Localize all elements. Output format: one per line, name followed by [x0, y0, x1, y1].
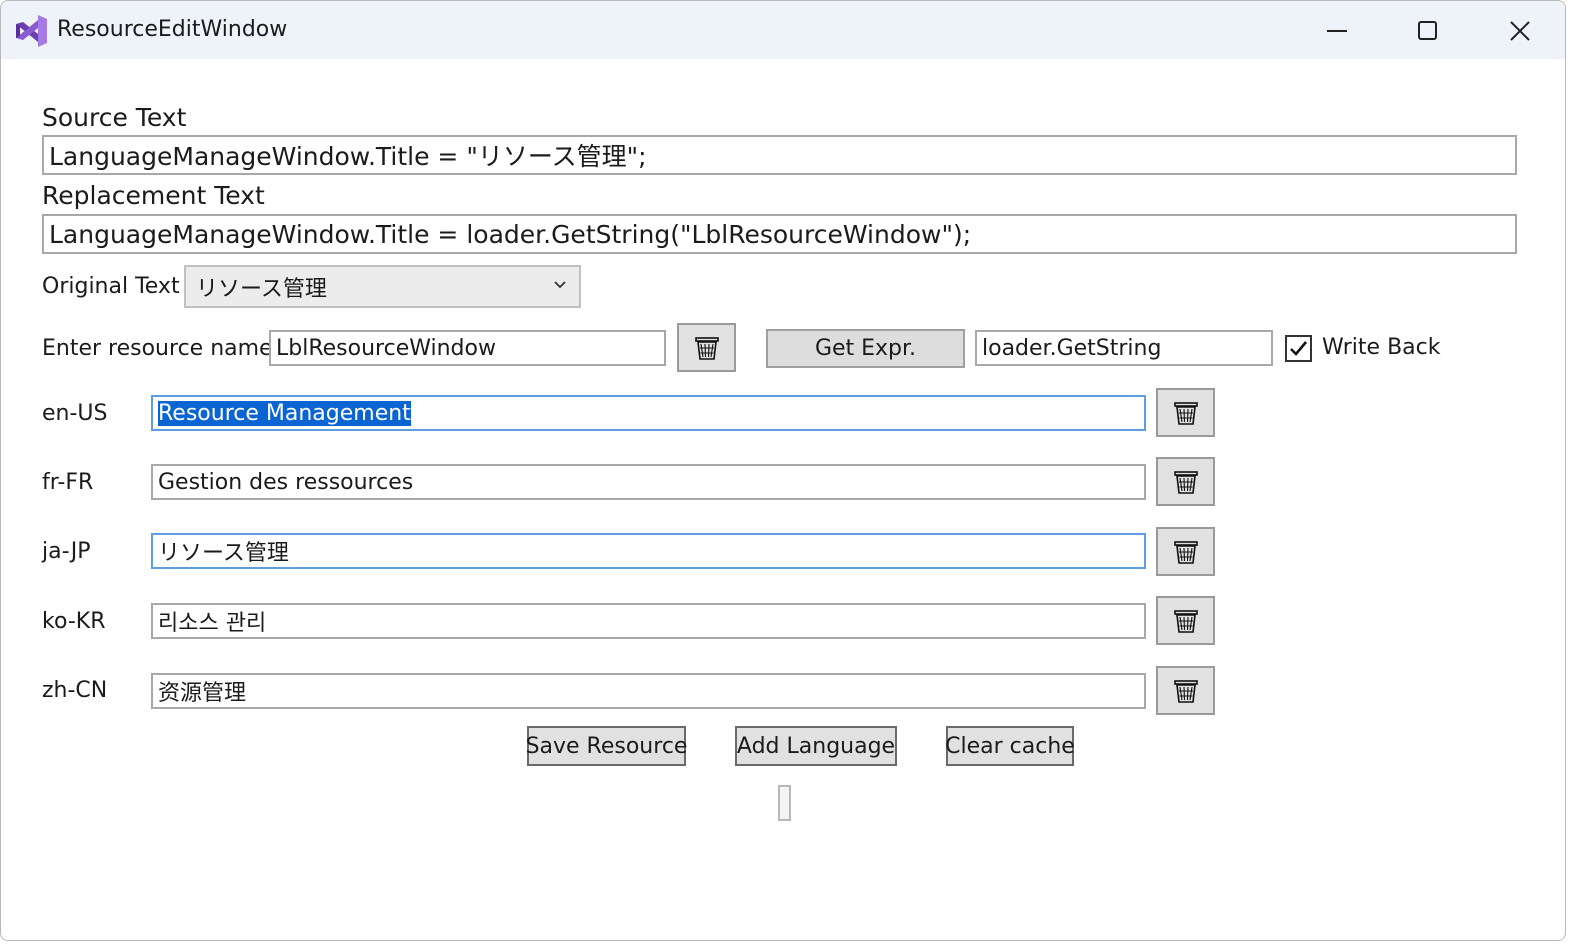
source-text-value: LanguageManageWindow.Title = "リソース管理";: [49, 142, 647, 171]
trash-icon: [1173, 609, 1198, 633]
checkmark-icon: [1290, 341, 1307, 356]
trash-icon: [1173, 470, 1198, 494]
replacement-text-value: LanguageManageWindow.Title = loader.GetS…: [49, 219, 972, 249]
language-code-label: ko-KR: [42, 609, 106, 634]
resource-name-input[interactable]: LblResourceWindow: [269, 330, 666, 366]
close-button[interactable]: [1500, 11, 1540, 51]
translation-input-en-us[interactable]: Resource Management: [151, 395, 1146, 431]
replacement-text-field[interactable]: LanguageManageWindow.Title = loader.GetS…: [42, 214, 1517, 254]
translation-value-zh-cn: 资源管理: [158, 681, 247, 706]
language-code-label: fr-FR: [42, 470, 94, 495]
resource-name-label: Enter resource name: [42, 336, 273, 361]
translation-input-ko-kr[interactable]: 리소스 관리: [151, 603, 1146, 639]
title-bar[interactable]: ResourceEditWindow: [1, 1, 1565, 59]
delete-translation-button-en-us[interactable]: [1156, 388, 1215, 437]
original-text-label: Original Text: [42, 274, 180, 299]
maximize-icon: [1418, 21, 1437, 40]
translation-input-zh-cn[interactable]: 资源管理: [151, 673, 1146, 709]
language-code-label: en-US: [42, 401, 108, 426]
window-title: ResourceEditWindow: [57, 17, 288, 42]
minimize-button[interactable]: [1317, 11, 1357, 51]
source-text-label: Source Text: [42, 103, 187, 132]
original-text-selected: リソース管理: [196, 276, 327, 302]
delete-resource-button[interactable]: [677, 323, 736, 372]
close-icon: [1510, 21, 1530, 41]
translation-value-ko-kr: 리소스 관리: [158, 611, 267, 636]
trash-icon: [1173, 401, 1198, 425]
write-back-label[interactable]: Write Back: [1322, 335, 1441, 360]
trash-icon: [1173, 679, 1198, 703]
translation-value-ja-jp: リソース管理: [158, 541, 289, 566]
expression-value: loader.GetString: [982, 335, 1162, 361]
chevron-down-icon: [554, 281, 566, 289]
progress-bar: [778, 785, 791, 821]
trash-icon: [694, 336, 719, 360]
visual-studio-icon: [14, 14, 48, 48]
translation-input-ja-jp[interactable]: リソース管理: [151, 533, 1146, 569]
delete-translation-button-fr-fr[interactable]: [1156, 457, 1215, 506]
trash-icon: [1173, 540, 1198, 564]
source-text-field[interactable]: LanguageManageWindow.Title = "リソース管理";: [42, 135, 1517, 175]
resource-edit-window: ResourceEditWindow Source Text LanguageM…: [0, 0, 1566, 941]
get-expr-button[interactable]: Get Expr.: [766, 329, 965, 368]
add-language-button[interactable]: Add Language: [735, 726, 897, 766]
translation-value-fr-fr: Gestion des ressources: [158, 469, 414, 495]
write-back-checkbox[interactable]: [1285, 335, 1312, 362]
minimize-icon: [1327, 30, 1347, 32]
delete-translation-button-ko-kr[interactable]: [1156, 596, 1215, 645]
translation-value-en-us: Resource Management: [158, 400, 411, 426]
maximize-button[interactable]: [1408, 11, 1448, 51]
delete-translation-button-zh-cn[interactable]: [1156, 666, 1215, 715]
clear-cache-button[interactable]: Clear cache: [945, 726, 1075, 766]
language-code-label: zh-CN: [42, 678, 108, 703]
translation-input-fr-fr[interactable]: Gestion des ressources: [151, 464, 1146, 500]
language-code-label: ja-JP: [42, 539, 91, 564]
expression-input[interactable]: loader.GetString: [975, 330, 1273, 366]
replacement-text-label: Replacement Text: [42, 181, 265, 210]
original-text-dropdown[interactable]: リソース管理: [184, 265, 581, 308]
save-resource-button[interactable]: Save Resource: [526, 726, 687, 766]
delete-translation-button-ja-jp[interactable]: [1156, 527, 1215, 576]
resource-name-value: LblResourceWindow: [276, 335, 496, 361]
